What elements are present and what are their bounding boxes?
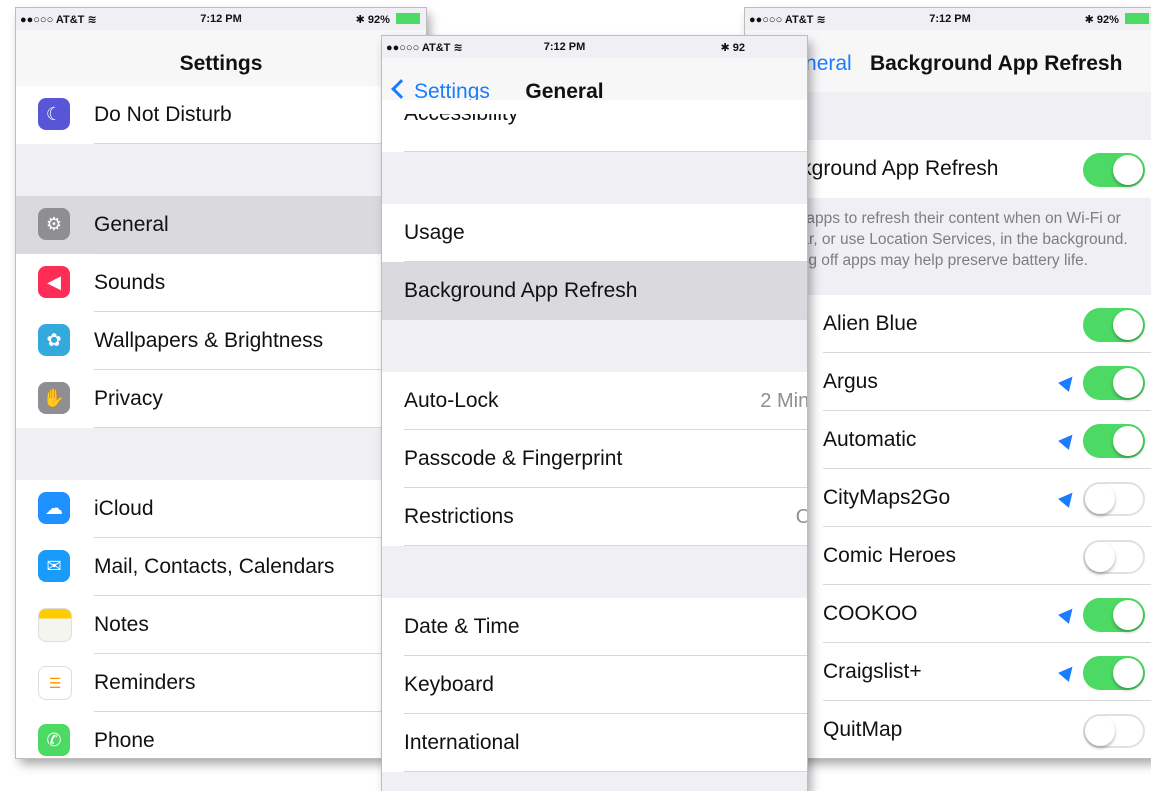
general-item-international[interactable]: International	[382, 714, 807, 772]
toggle-automatic[interactable]	[1083, 424, 1145, 458]
status-bar: ●●○○○ AT&T ≋ 7:12 PM ✱ 92	[382, 36, 807, 58]
page-title: Background App Refresh	[870, 52, 1123, 75]
settings-item-reminders[interactable]: ☰ Reminders	[16, 654, 426, 712]
list-icon: ☰	[38, 666, 72, 700]
location-arrow-icon	[1058, 488, 1078, 508]
settings-item-icloud[interactable]: ☁ iCloud	[16, 480, 426, 538]
bluetooth-icon: ✱	[720, 42, 730, 54]
battery-icon	[396, 13, 420, 24]
settings-item-mail[interactable]: ✉ Mail, Contacts, Calendars	[16, 538, 426, 596]
speaker-icon: ◀	[38, 266, 70, 298]
general-screen: ●●○○○ AT&T ≋ 7:12 PM ✱ 92 Settings Gener…	[382, 36, 807, 791]
general-item-background-app-refresh[interactable]: Background App Refresh	[382, 262, 807, 320]
restrictions-value: Off	[795, 505, 807, 528]
battery-icon	[1125, 13, 1149, 24]
general-item-passcode[interactable]: Passcode & Fingerprint	[382, 430, 807, 488]
general-item-keyboard[interactable]: Keyboard	[382, 656, 807, 714]
settings-item-wallpapers[interactable]: ✿ Wallpapers & Brightness	[16, 312, 426, 370]
navigation-bar: Settings	[16, 30, 426, 93]
settings-list: ☾ Do Not Disturb ⚙ General ◀ Sounds ✿ Wa…	[16, 86, 426, 758]
location-arrow-icon	[1058, 372, 1078, 392]
general-item-usage[interactable]: Usage	[382, 204, 807, 262]
flower-icon: ✿	[38, 324, 70, 356]
settings-screen: ●●○○○ AT&T ≋ 7:12 PM ✱ 92% Settings ☾ Do…	[16, 8, 426, 758]
battery-indicator: ✱ 92%	[356, 13, 420, 26]
location-arrow-icon	[1058, 430, 1078, 450]
bluetooth-icon: ✱	[1084, 14, 1094, 26]
auto-lock-value: 2 Minutes	[760, 389, 807, 412]
general-item-auto-lock[interactable]: Auto-Lock 2 Minutes	[382, 372, 807, 430]
envelope-icon: ✉	[38, 550, 70, 582]
settings-item-sounds[interactable]: ◀ Sounds	[16, 254, 426, 312]
settings-item-do-not-disturb[interactable]: ☾ Do Not Disturb	[16, 86, 426, 144]
settings-item-general[interactable]: ⚙ General	[16, 196, 426, 254]
hand-icon: ✋	[38, 382, 70, 414]
toggle-cookoo[interactable]	[1083, 598, 1145, 632]
toggle-quitmap[interactable]	[1083, 714, 1145, 748]
bluetooth-icon: ✱	[355, 14, 365, 26]
settings-item-privacy[interactable]: ✋ Privacy	[16, 370, 426, 428]
phone-icon: ✆	[38, 724, 70, 756]
status-bar: ●●○○○ AT&T ≋ 7:12 PM ✱ 92%	[745, 8, 1151, 30]
gear-icon: ⚙	[38, 208, 70, 240]
settings-item-notes[interactable]: Notes	[16, 596, 426, 654]
toggle-comic-heroes[interactable]	[1083, 540, 1145, 574]
general-item-date-time[interactable]: Date & Time	[382, 598, 807, 656]
toggle-alien-blue[interactable]	[1083, 308, 1145, 342]
page-title: Settings	[179, 52, 263, 75]
toggle-craigslist[interactable]	[1083, 656, 1145, 690]
notepad-icon	[38, 608, 72, 642]
battery-indicator: ✱ 92	[720, 42, 745, 54]
clock: 7:12 PM	[543, 41, 586, 53]
general-item-restrictions[interactable]: Restrictions Off	[382, 488, 807, 546]
general-item-accessibility[interactable]: Accessibility	[382, 100, 807, 152]
status-bar: ●●○○○ AT&T ≋ 7:12 PM ✱ 92%	[16, 8, 426, 30]
battery-indicator: ✱ 92%	[1085, 13, 1149, 26]
background-refresh-master-toggle[interactable]	[1083, 153, 1145, 187]
location-arrow-icon	[1058, 604, 1078, 624]
moon-icon: ☾	[38, 98, 70, 130]
settings-item-phone[interactable]: ✆ Phone	[16, 712, 426, 758]
location-arrow-icon	[1058, 662, 1078, 682]
toggle-argus[interactable]	[1083, 366, 1145, 400]
cloud-icon: ☁	[38, 492, 70, 524]
general-list: Accessibility Usage Background App Refre…	[382, 100, 807, 772]
toggle-citymaps2go[interactable]	[1083, 482, 1145, 516]
